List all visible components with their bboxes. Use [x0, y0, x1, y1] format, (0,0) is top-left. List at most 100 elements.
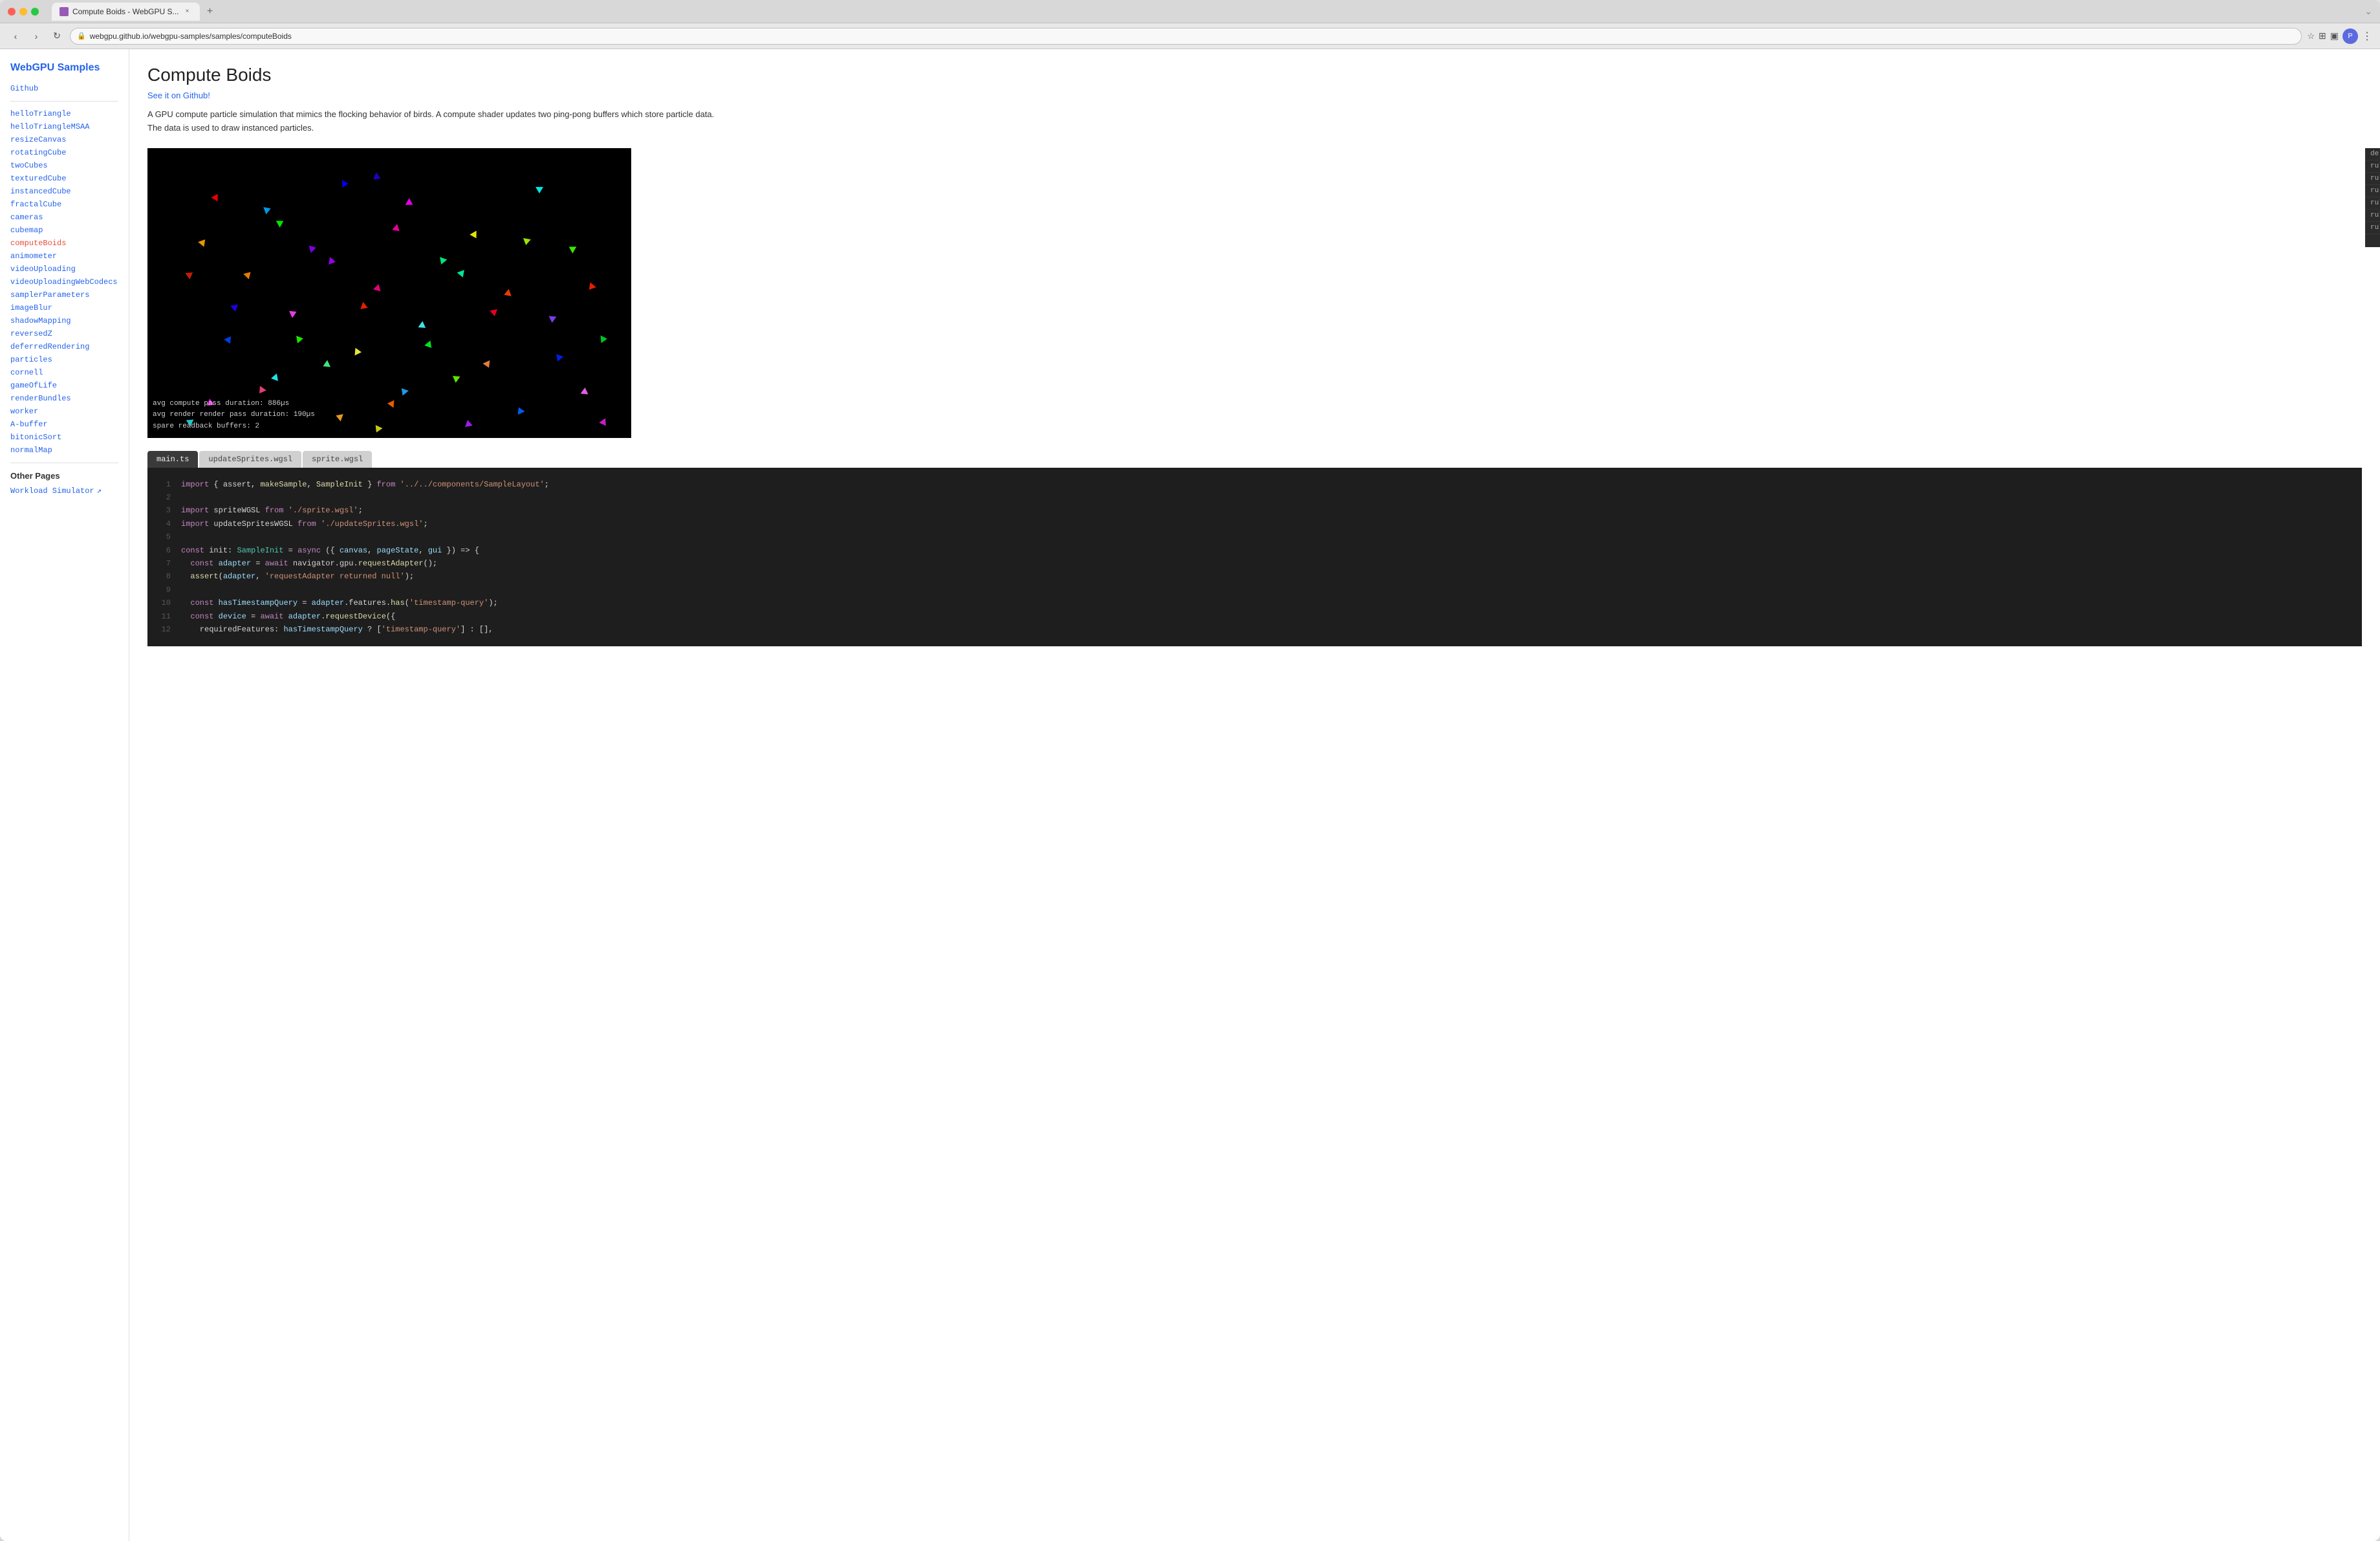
code-line-9: 9 [158, 584, 2352, 596]
page-title: Compute Boids [147, 65, 2362, 85]
sidebar-github-link[interactable]: Github [10, 84, 118, 93]
sidebar-item-reversedZ[interactable]: reversedZ [10, 329, 118, 338]
new-tab-button[interactable]: + [202, 4, 218, 19]
back-button[interactable]: ‹ [8, 28, 23, 44]
sidebar-item-cameras[interactable]: cameras [10, 213, 118, 222]
code-line-8: 8 assert(adapter, 'requestAdapter return… [158, 570, 2352, 583]
traffic-lights [8, 8, 39, 16]
tab-sprite-wgsl[interactable]: sprite.wgsl [303, 451, 372, 468]
sidebar-item-helloTriangleMSAA[interactable]: helloTriangleMSAA [10, 122, 118, 131]
bookmark-icon[interactable]: ☆ [2307, 31, 2315, 41]
page-layout: WebGPU Samples Github helloTriangle hell… [0, 49, 2380, 1541]
sidebar-item-helloTriangle[interactable]: helloTriangle [10, 109, 118, 118]
window-icon[interactable]: ▣ [2330, 30, 2339, 41]
sidebar-item-cornell[interactable]: cornell [10, 368, 118, 377]
rule1Distance-label: rule1Distance [2370, 162, 2380, 170]
sidebar-title: WebGPU Samples [10, 62, 118, 74]
code-block: 1 import { assert, makeSample, SampleIni… [147, 468, 2362, 647]
sidebar-item-normalMap[interactable]: normalMap [10, 446, 118, 455]
browser-window: Compute Boids - WebGPU S... × + ⌄ ‹ › ↻ … [0, 0, 2380, 1541]
main-content: Compute Boids See it on Github! A GPU co… [129, 49, 2380, 1541]
profile-icon[interactable]: P [2342, 28, 2358, 44]
deltaT-control: deltaT 0.04 [2365, 148, 2380, 160]
tab-updateSprites-wgsl[interactable]: updateSprites.wgsl [199, 451, 301, 468]
external-link-icon: ↗ [97, 486, 102, 496]
menu-icon[interactable]: ⋮ [2362, 30, 2372, 43]
workload-simulator-label: Workload Simulator [10, 486, 94, 496]
extensions-icon[interactable]: ⊞ [2319, 30, 2326, 41]
code-line-1: 1 import { assert, makeSample, SampleIni… [158, 478, 2352, 491]
particles-svg [147, 148, 631, 438]
sidebar-item-resizeCanvas[interactable]: resizeCanvas [10, 135, 118, 144]
tab-main-ts[interactable]: main.ts [147, 451, 198, 468]
sidebar-item-fractalCube[interactable]: fractalCube [10, 200, 118, 209]
forward-button[interactable]: › [28, 28, 44, 44]
controls-panel: deltaT 0.04 rule1Distance 0.1 rule2Dista… [2365, 148, 2380, 247]
code-line-12: 12 requiredFeatures: hasTimestampQuery ?… [158, 623, 2352, 636]
close-button[interactable] [8, 8, 16, 16]
minimize-button[interactable] [19, 8, 27, 16]
sidebar-item-videoUploadingWebCodecs[interactable]: videoUploadingWebCodecs [10, 278, 118, 287]
rule3Distance-control: rule3Distance 0.025 [2365, 185, 2380, 197]
code-line-5: 5 [158, 530, 2352, 543]
code-tabs: main.ts updateSprites.wgsl sprite.wgsl [147, 451, 2362, 468]
code-line-6: 6 const init: SampleInit = async ({ canv… [158, 544, 2352, 557]
rule1Scale-control: rule1Scale 0.02 [2365, 197, 2380, 210]
tab-favicon [60, 7, 69, 16]
sidebar-item-particles[interactable]: particles [10, 355, 118, 364]
sidebar-item-videoUploading[interactable]: videoUploading [10, 265, 118, 274]
rule1Distance-control: rule1Distance 0.1 [2365, 160, 2380, 173]
sidebar-item-samplerParameters[interactable]: samplerParameters [10, 290, 118, 300]
sidebar-item-imageBlur[interactable]: imageBlur [10, 303, 118, 312]
active-tab[interactable]: Compute Boids - WebGPU S... × [52, 3, 200, 21]
simulation-area: avg compute pass duration: 886µs avg ren… [147, 148, 2362, 438]
sidebar-item-rotatingCube[interactable]: rotatingCube [10, 148, 118, 157]
compute-pass-stat: avg compute pass duration: 886µs [153, 399, 315, 410]
simulation-canvas: avg compute pass duration: 886µs avg ren… [147, 148, 631, 438]
rule3Distance-label: rule3Distance [2370, 187, 2380, 195]
sidebar-item-shadowMapping[interactable]: shadowMapping [10, 316, 118, 325]
lock-icon: 🔒 [77, 32, 86, 40]
sidebar-item-gameOfLife[interactable]: gameOfLife [10, 381, 118, 390]
code-line-7: 7 const adapter = await navigator.gpu.re… [158, 557, 2352, 570]
sidebar-item-bitonicSort[interactable]: bitonicSort [10, 433, 118, 442]
maximize-button[interactable] [31, 8, 39, 16]
tab-bar: Compute Boids - WebGPU S... × + [52, 3, 218, 21]
github-sample-link[interactable]: See it on Github! [147, 91, 2362, 100]
code-line-2: 2 [158, 491, 2352, 504]
rule2Scale-label: rule2Scale [2370, 212, 2380, 219]
sidebar-workload-simulator[interactable]: Workload Simulator ↗ [10, 486, 118, 496]
canvas-container: avg compute pass duration: 886µs avg ren… [147, 148, 631, 438]
code-section: main.ts updateSprites.wgsl sprite.wgsl 1… [147, 451, 2362, 647]
tab-title: Compute Boids - WebGPU S... [72, 7, 179, 16]
sidebar-item-A-buffer[interactable]: A-buffer [10, 420, 118, 429]
sidebar-item-deferredRendering[interactable]: deferredRendering [10, 342, 118, 351]
rule3Scale-control: rule3Scale 0.005 [2365, 222, 2380, 234]
sidebar-item-renderBundles[interactable]: renderBundles [10, 394, 118, 403]
rule2Distance-control: rule2Distance 0.025 [2365, 173, 2380, 185]
spare-buffers-stat: spare readback buffers: 2 [153, 421, 315, 433]
sidebar-item-worker[interactable]: worker [10, 407, 118, 416]
tab-close-button[interactable]: × [183, 7, 192, 16]
deltaT-label: deltaT [2370, 150, 2380, 158]
refresh-button[interactable]: ↻ [49, 28, 65, 44]
profile-initial: P [2348, 32, 2352, 40]
sidebar-item-instancedCube[interactable]: instancedCube [10, 187, 118, 196]
rule2Scale-control: rule2Scale 0.05 [2365, 210, 2380, 222]
window-controls: ⌄ [2364, 6, 2372, 17]
canvas-stats: avg compute pass duration: 886µs avg ren… [153, 399, 315, 433]
sidebar-item-cubemap[interactable]: cubemap [10, 226, 118, 235]
code-line-4: 4 import updateSpritesWGSL from './updat… [158, 518, 2352, 530]
sidebar-item-twoCubes[interactable]: twoCubes [10, 161, 118, 170]
window-expand-icon: ⌄ [2364, 6, 2372, 17]
rule2Distance-label: rule2Distance [2370, 175, 2380, 182]
sidebar-item-texturedCube[interactable]: texturedCube [10, 174, 118, 183]
sidebar-item-computeBoids[interactable]: computeBoids [10, 239, 118, 248]
close-controls-button[interactable]: Close Controls [2365, 234, 2380, 247]
render-pass-stat: avg render render pass duration: 190µs [153, 410, 315, 421]
browser-toolbar: ‹ › ↻ 🔒 webgpu.github.io/webgpu-samples/… [0, 23, 2380, 49]
address-bar[interactable]: 🔒 webgpu.github.io/webgpu-samples/sample… [70, 28, 2302, 45]
sidebar-item-animometer[interactable]: animometer [10, 252, 118, 261]
sidebar: WebGPU Samples Github helloTriangle hell… [0, 49, 129, 1541]
rule3Scale-label: rule3Scale [2370, 224, 2380, 232]
